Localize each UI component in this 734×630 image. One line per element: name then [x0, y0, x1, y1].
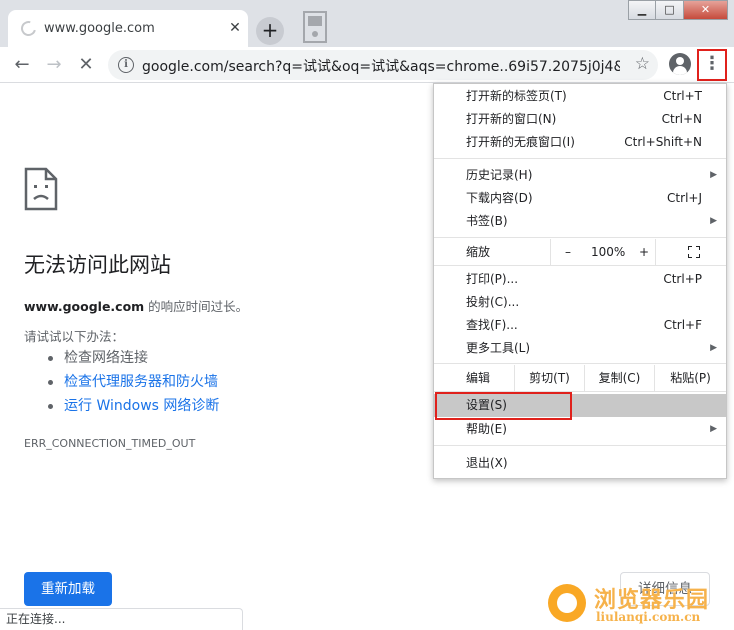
new-tab-button[interactable]: +	[256, 17, 284, 45]
menu-separator	[434, 363, 726, 364]
settings-highlight-box	[435, 392, 572, 420]
suggestion-run-diagnostics-link[interactable]: 运行 Windows 网络诊断	[48, 394, 219, 418]
menu-edit-row: 编辑 剪切(T) 复制(C) 粘贴(P)	[434, 365, 726, 391]
watermark: 浏览器乐园 liulanqi.com.cn	[548, 582, 734, 630]
tab-strip: www.google.com ✕ + ▁ □ ✕	[0, 0, 734, 47]
menu-item-print[interactable]: 打印(P)... Ctrl+P	[434, 268, 726, 291]
zoom-value: 100%	[591, 245, 626, 259]
menu-separator	[434, 237, 726, 238]
zoom-control: – 100% +	[550, 239, 656, 265]
window-controls: ▁ □ ✕	[628, 0, 728, 20]
copy-button[interactable]: 复制(C)	[584, 365, 654, 391]
menu-item-more-tools[interactable]: 更多工具(L) ▶	[434, 337, 726, 360]
menu-item-new-tab[interactable]: 打开新的标签页(T) Ctrl+T	[434, 85, 726, 108]
tab-close-icon[interactable]: ✕	[226, 19, 244, 37]
background-tab-icon	[303, 11, 327, 43]
reload-button[interactable]: 重新加载	[24, 572, 112, 606]
url-text[interactable]: google.com/search?q=试试&oq=试试&aqs=chrome.…	[142, 56, 620, 76]
menu-item-help[interactable]: 帮助(E) ▶	[434, 418, 726, 441]
cut-button[interactable]: 剪切(T)	[514, 365, 584, 391]
menu-item-incognito[interactable]: 打开新的无痕窗口(I) Ctrl+Shift+N	[434, 131, 726, 154]
toolbar: ← → ✕ i google.com/search?q=试试&oq=试试&aqs…	[0, 47, 734, 83]
try-label: 请试试以下办法：	[24, 329, 125, 344]
status-bar: 正在连接...	[0, 608, 243, 630]
chrome-menu-button[interactable]: ⋮	[697, 49, 727, 81]
menu-item-find[interactable]: 查找(F)... Ctrl+F	[434, 314, 726, 337]
error-description: www.google.com 的响应时间过长。	[24, 296, 248, 315]
menu-item-bookmarks[interactable]: 书签(B) ▶	[434, 210, 726, 233]
sad-page-icon	[24, 167, 58, 211]
menu-item-exit[interactable]: 退出(X)	[434, 452, 726, 475]
forward-button[interactable]: →	[40, 51, 68, 79]
profile-avatar-icon[interactable]	[669, 53, 691, 75]
browser-tab[interactable]: www.google.com ✕	[8, 10, 248, 47]
menu-separator	[434, 265, 726, 266]
zoom-label: 缩放	[466, 245, 491, 259]
fullscreen-icon[interactable]	[688, 246, 700, 258]
minimize-button[interactable]: ▁	[628, 0, 656, 20]
error-host: www.google.com	[24, 299, 145, 314]
menu-item-history[interactable]: 历史记录(H) ▶	[434, 164, 726, 187]
tab-title: www.google.com	[44, 21, 155, 36]
site-info-icon[interactable]: i	[118, 57, 134, 73]
watermark-logo-icon	[548, 584, 586, 622]
error-title: 无法访问此网站	[24, 253, 171, 277]
suggestion-list: 检查网络连接 检查代理服务器和防火墙 运行 Windows 网络诊断	[48, 346, 219, 418]
submenu-arrow-icon: ▶	[710, 424, 717, 434]
zoom-in-button[interactable]: +	[639, 239, 649, 265]
suggestion-check-proxy-link[interactable]: 检查代理服务器和防火墙	[48, 370, 219, 394]
edit-label: 编辑	[466, 371, 491, 385]
error-desc-tail: 的响应时间过长。	[144, 299, 249, 314]
menu-separator	[434, 445, 726, 446]
menu-zoom-row: 缩放 – 100% +	[434, 239, 726, 265]
zoom-out-button[interactable]: –	[565, 239, 571, 265]
back-button[interactable]: ←	[8, 51, 36, 79]
close-window-button[interactable]: ✕	[684, 0, 728, 20]
submenu-arrow-icon: ▶	[710, 216, 717, 226]
menu-item-downloads[interactable]: 下载内容(D) Ctrl+J	[434, 187, 726, 210]
submenu-arrow-icon: ▶	[710, 343, 717, 353]
maximize-button[interactable]: □	[656, 0, 684, 20]
menu-item-cast[interactable]: 投射(C)...	[434, 291, 726, 314]
error-code: ERR_CONNECTION_TIMED_OUT	[24, 437, 196, 450]
stop-button[interactable]: ✕	[72, 51, 100, 79]
suggestion-check-network: 检查网络连接	[48, 346, 219, 370]
loading-spinner-icon	[18, 18, 39, 39]
address-bar[interactable]: i google.com/search?q=试试&oq=试试&aqs=chrom…	[108, 50, 658, 80]
menu-item-new-window[interactable]: 打开新的窗口(N) Ctrl+N	[434, 108, 726, 131]
watermark-url: liulanqi.com.cn	[596, 610, 701, 624]
menu-separator	[434, 158, 726, 159]
paste-button[interactable]: 粘贴(P)	[654, 365, 726, 391]
bookmark-star-icon[interactable]: ☆	[635, 54, 650, 74]
submenu-arrow-icon: ▶	[710, 170, 717, 180]
